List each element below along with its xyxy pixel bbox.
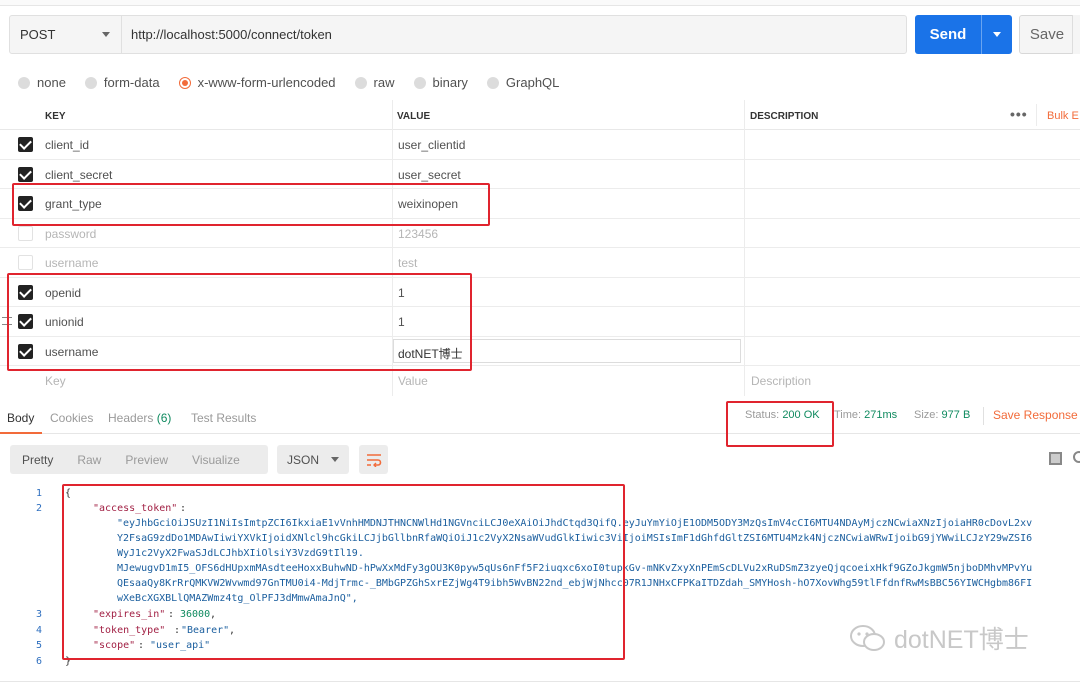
response-tabs: Body Cookies Headers (6) Test Results St…: [0, 404, 1080, 434]
size-value: 977 B: [941, 409, 971, 421]
highlight-box-grant-type: [12, 183, 490, 226]
save-button[interactable]: Save: [1019, 15, 1075, 54]
radio-icon: [486, 76, 499, 89]
bottom-border: [0, 681, 1080, 682]
row-key[interactable]: password: [45, 227, 96, 241]
view-visualize[interactable]: Visualize: [180, 453, 252, 467]
radio-none[interactable]: none: [18, 75, 66, 90]
request-bar: POST http://localhost:5000/connect/token: [9, 15, 907, 54]
copy-icon[interactable]: [1049, 452, 1062, 465]
column-divider: [1036, 104, 1037, 126]
tab-cookies[interactable]: Cookies: [50, 411, 93, 425]
line-number: 6: [35, 656, 42, 667]
time-label: Time: 271ms: [834, 409, 897, 421]
wrap-lines-button[interactable]: [359, 445, 388, 474]
line-number: 2: [35, 503, 42, 514]
radio-label: form-data: [103, 75, 160, 90]
radio-label: binary: [432, 75, 468, 90]
chevron-down-icon: [102, 32, 110, 37]
value-placeholder[interactable]: Value: [398, 374, 428, 388]
tab-headers-label: Headers: [108, 411, 154, 425]
highlight-box-response: [62, 484, 625, 660]
view-raw[interactable]: Raw: [65, 453, 113, 467]
radio-graphql[interactable]: GraphQL: [486, 75, 560, 90]
tab-test-results[interactable]: Test Results: [191, 411, 256, 425]
radio-label: raw: [373, 75, 395, 90]
headers-count: (6): [156, 411, 172, 425]
method-label: POST: [20, 27, 56, 42]
radio-icon: [354, 76, 367, 89]
wechat-icon: [850, 625, 885, 651]
checkbox-checked[interactable]: [18, 137, 33, 152]
radio-label: x-www-form-urlencoded: [197, 75, 336, 90]
radio-label: GraphQL: [505, 75, 560, 90]
view-mode-group: Pretty Raw Preview Visualize: [10, 445, 268, 474]
radio-label: none: [37, 75, 66, 90]
row-value[interactable]: user_clientid: [398, 138, 465, 152]
row-key[interactable]: client_secret: [45, 168, 112, 182]
line-number: 3: [35, 609, 42, 620]
radio-binary[interactable]: binary: [413, 75, 468, 90]
send-label: Send: [929, 26, 967, 43]
more-options-icon[interactable]: •••: [1010, 106, 1028, 122]
row-value[interactable]: test: [398, 256, 417, 270]
response-format-bar: Pretty Raw Preview Visualize JSON: [10, 445, 388, 474]
radio-x-www-form-urlencoded[interactable]: x-www-form-urlencoded: [178, 75, 336, 90]
radio-raw[interactable]: raw: [354, 75, 395, 90]
view-pretty[interactable]: Pretty: [10, 453, 65, 467]
table-row: client_id user_clientid: [0, 130, 1080, 160]
active-tab-indicator: [0, 432, 42, 434]
send-options-dropdown[interactable]: [982, 32, 1012, 37]
send-button[interactable]: Send: [915, 15, 1012, 54]
watermark: dotNET博士: [848, 620, 1029, 656]
save-response-button[interactable]: Save Response: [993, 408, 1078, 422]
key-placeholder[interactable]: Key: [45, 374, 66, 388]
row-key[interactable]: username: [45, 256, 98, 270]
column-header-description: DESCRIPTION: [750, 111, 819, 122]
checkbox-unchecked[interactable]: [18, 225, 33, 241]
tab-body[interactable]: Body: [7, 411, 34, 425]
top-tab-strip: [0, 0, 1080, 6]
checkbox-checked[interactable]: [18, 166, 33, 182]
highlight-box-params: [7, 273, 472, 371]
row-value[interactable]: user_secret: [398, 168, 461, 182]
format-select[interactable]: JSON: [277, 445, 349, 474]
line-number: 4: [35, 625, 42, 636]
time-label-text: Time:: [834, 409, 862, 421]
url-input[interactable]: http://localhost:5000/connect/token: [122, 27, 332, 42]
column-header-value: VALUE: [397, 111, 431, 122]
radio-form-data[interactable]: form-data: [84, 75, 160, 90]
size-label: Size: 977 B: [914, 409, 970, 421]
watermark-text: dotNET博士: [894, 626, 1029, 654]
line-number: 5: [35, 640, 42, 651]
body-type-selector: none form-data x-www-form-urlencoded raw…: [18, 75, 578, 90]
wrap-icon: [366, 453, 381, 467]
divider: [983, 407, 984, 425]
row-value[interactable]: 123456: [398, 227, 438, 241]
radio-icon: [18, 76, 30, 89]
highlight-box-status: [726, 401, 834, 447]
checkbox-unchecked[interactable]: [18, 255, 33, 270]
radio-selected-icon: [178, 76, 191, 89]
radio-icon: [413, 76, 426, 89]
description-placeholder[interactable]: Description: [751, 374, 811, 388]
column-header-key: KEY: [45, 111, 66, 122]
chevron-down-icon: [993, 32, 1001, 37]
radio-icon: [84, 76, 97, 89]
row-key[interactable]: client_id: [45, 138, 89, 152]
chevron-down-icon: [331, 457, 339, 462]
method-select[interactable]: POST: [10, 16, 122, 53]
save-options-dropdown[interactable]: [1072, 15, 1080, 54]
tab-headers[interactable]: Headers (6): [108, 411, 171, 425]
format-label: JSON: [287, 452, 320, 467]
params-table-header: KEY VALUE DESCRIPTION ••• Bulk E: [0, 100, 1080, 130]
view-preview[interactable]: Preview: [113, 453, 180, 467]
time-value: 271ms: [864, 409, 898, 421]
search-icon[interactable]: [1073, 451, 1080, 463]
bulk-edit-link[interactable]: Bulk E: [1047, 110, 1079, 122]
size-label-text: Size:: [914, 409, 939, 421]
line-number: 1: [35, 488, 42, 499]
